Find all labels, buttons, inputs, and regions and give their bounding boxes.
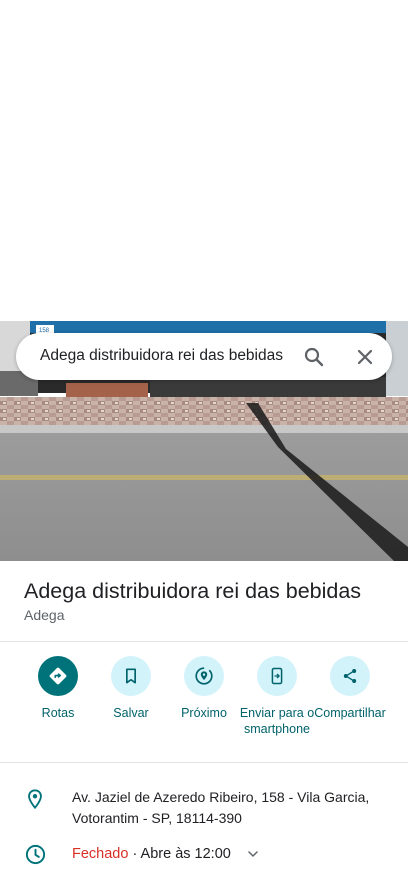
directions-button[interactable]: Rotas <box>18 656 98 721</box>
place-title: Adega distribuidora rei das bebidas <box>24 579 362 603</box>
divider <box>0 641 408 642</box>
send-to-phone-icon <box>271 667 283 685</box>
clock-icon <box>25 844 46 865</box>
hours-detail: Abre às 12:00 <box>140 846 231 862</box>
search-input[interactable]: Adega distribuidora rei das bebidas <box>40 347 283 365</box>
save-button[interactable]: Salvar <box>91 656 171 721</box>
nearby-label: Próximo <box>181 706 227 720</box>
hours-separator: · <box>128 846 141 862</box>
search-icon[interactable] <box>302 345 326 369</box>
bookmark-icon <box>126 668 136 684</box>
share-button[interactable]: Compartilhar <box>310 656 390 721</box>
nearby-button[interactable]: Próximo <box>164 656 244 721</box>
search-bar[interactable]: Adega distribuidora rei das bebidas <box>16 333 392 380</box>
nearby-icon <box>195 667 213 685</box>
hours-text: Fechado · Abre às 12:00 <box>72 846 231 862</box>
place-category: Adega <box>24 607 65 623</box>
send-to-phone-label: Enviar para o smartphone <box>239 706 315 736</box>
save-label: Salvar <box>113 706 149 720</box>
location-pin-icon <box>28 789 42 810</box>
hours-status: Fechado <box>72 846 129 862</box>
divider <box>0 762 408 763</box>
directions-label: Rotas <box>41 706 75 720</box>
chevron-down-icon[interactable] <box>245 846 261 862</box>
share-icon <box>343 669 357 683</box>
send-to-phone-button[interactable]: Enviar para o smartphone <box>237 656 317 737</box>
close-icon[interactable] <box>353 345 377 369</box>
address-text: Av. Jaziel de Azeredo Ribeiro, 158 - Vil… <box>72 789 370 826</box>
directions-icon <box>49 667 67 685</box>
share-label: Compartilhar <box>314 706 386 720</box>
